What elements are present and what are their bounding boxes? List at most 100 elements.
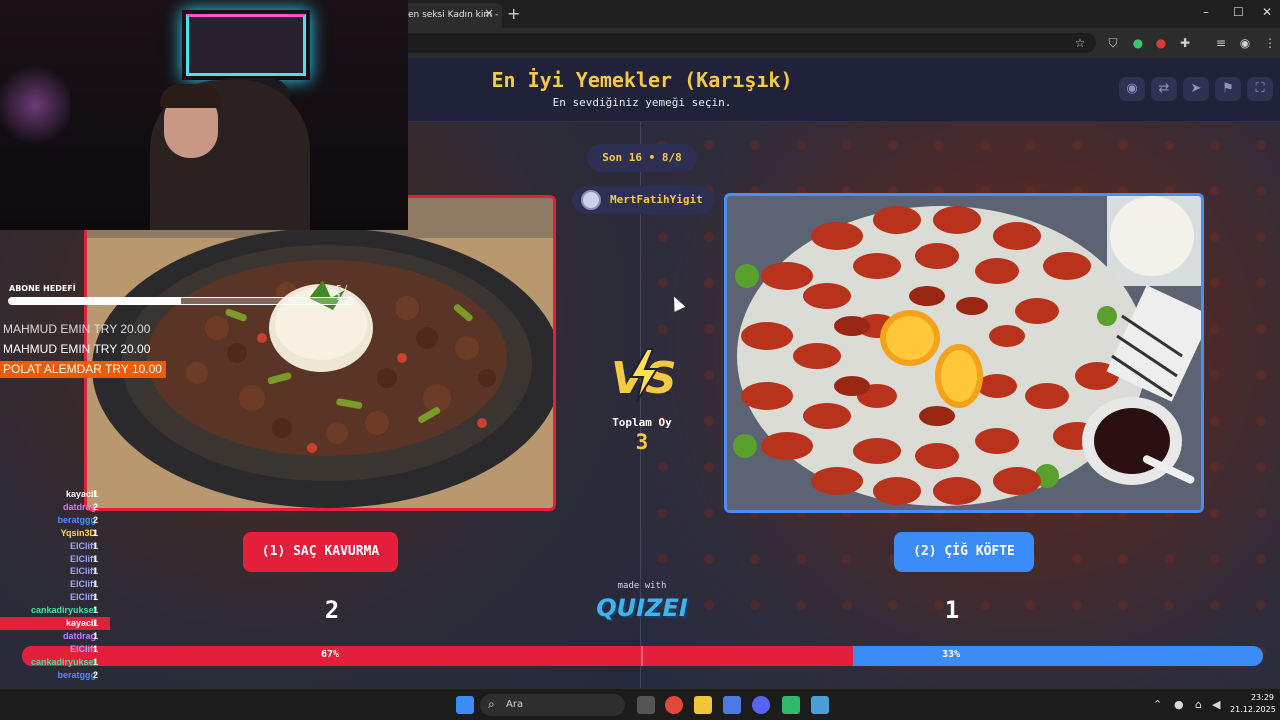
leaderboard-row: datdrag 1 [0,630,110,643]
leaderboard-score: 1 [93,643,99,654]
share-icon[interactable]: ⇄ [1151,77,1177,101]
player-badge: MertFatihYigit [572,186,714,214]
green-extension-icon[interactable]: ● [1129,34,1147,52]
left-percentage-label: 67% [321,649,340,660]
discord-icon[interactable] [752,696,770,714]
total-votes-value: 3 [635,430,649,454]
leaderboard-row: ElCliff 1 [0,578,110,591]
clock-date[interactable]: 21.12.2025 [1230,705,1276,714]
round-badge: Son 16 • 8/8 [587,144,697,172]
app-icon[interactable] [723,696,741,714]
fullscreen-icon[interactable]: ⛶ [1247,77,1273,101]
clock-time[interactable]: 23:29 [1238,693,1274,702]
obs-icon[interactable] [782,696,800,714]
leaderboard-name: kayacil [65,489,96,499]
donation-entry: MAHMUD EMIN TRY 20.00 [3,342,151,356]
left-choice-image[interactable] [84,195,556,511]
vote-right-button[interactable]: (2) ÇİĞ KÖFTE [894,532,1034,572]
leaderboard-score: 1 [93,605,99,616]
total-votes-label: Toplam Oy [612,416,672,429]
media-control-icon[interactable]: ≡ [1212,34,1230,52]
new-tab-button[interactable]: + [507,4,520,23]
avatar [581,190,601,210]
eye-icon[interactable]: ◉ [1119,77,1145,101]
leaderboard-name: datdrag [62,501,96,512]
task-view-icon[interactable] [637,696,655,714]
leaderboard-row: kayacil 1 [0,617,110,630]
minimize-button[interactable]: – [1203,5,1209,19]
leaderboard-score: 1 [93,656,99,667]
page-subtitle: En sevdiğiniz yemeği seçin. [552,96,732,109]
leaderboard-name: kayacil [65,618,96,628]
page-title: En İyi Yemekler (Karışık) [491,68,793,92]
room-light [0,60,70,150]
maximize-button[interactable]: ☐ [1233,5,1244,19]
left-vote-count: 2 [324,596,340,624]
url-input[interactable] [400,33,1096,53]
vote-percentage-bar: 67% 33% [22,646,1263,666]
leaderboard-name: cankadiryuksel [30,656,96,667]
search-icon: ⌕ [488,697,495,711]
chrome-icon[interactable] [665,696,683,714]
leaderboard-name: beratggg [57,669,96,680]
led-shelf [186,14,306,76]
sub-goal-label: ABONE HEDEFİ [9,284,76,293]
shield-extension-icon[interactable]: ⛉ [1104,34,1122,52]
leaderboard-name: cankadiryuksel [30,605,96,616]
right-percentage-label: 33% [942,649,961,660]
microphone-icon[interactable]: ● [1174,698,1184,711]
leaderboard-row: beratggg 2 [0,514,110,527]
network-icon[interactable]: ⌂ [1195,698,1202,711]
vs-icon: VS [611,348,677,403]
leaderboard-row: cankadiryuksel 1 [0,656,110,669]
player-name: MertFatihYigit [610,193,703,206]
leaderboard-name: beratggg [57,514,96,525]
made-with-text: made with [617,581,667,591]
sub-goal-fill [9,298,181,304]
profile-icon[interactable]: ◉ [1236,34,1254,52]
leaderboard-score: 2 [93,669,99,680]
subscriber-goal: ABONE HEDEFİ 5 / 10 [8,284,358,312]
leaderboard-score: 2 [93,514,99,525]
app-icon[interactable] [811,696,829,714]
donation-entry: MAHMUD EMIN TRY 20.00 [3,322,151,336]
sac-kavurma-photo [87,198,553,508]
close-window-button[interactable]: ✕ [1262,5,1272,19]
leaderboard-score: 1 [93,553,99,564]
start-windows-icon[interactable] [456,696,474,714]
leaderboard-row: datdrag 2 [0,501,110,514]
search-placeholder: Ara [506,699,524,710]
leaderboard-score: 2 [93,501,99,512]
screen: en seksi Kadın kim - × + – ☐ ✕ ☆ ⛉ ● ● ✚… [0,0,1280,720]
leaderboard-score: 1 [93,579,99,590]
tab-close-icon[interactable]: × [484,6,494,20]
leaderboard-score: 1 [93,540,99,551]
volume-icon[interactable]: ◀ [1212,698,1220,711]
leaderboard-row: ElCliff 1 [0,565,110,578]
browser-menu-icon[interactable]: ⋮ [1261,34,1279,52]
leaderboard-score: 1 [93,527,99,538]
leaderboard-name: datdrag [62,630,96,641]
tray-chevron-icon[interactable]: ⌃ [1153,698,1162,711]
leaderboard-row: kayacil 1 [0,488,110,501]
cig-kofte-photo [727,196,1201,510]
leaderboard-row: Yqsin3D 1 [0,527,110,540]
taskbar: ⌕ Ara ⌃ ● ⌂ ◀ 23:29 21.12.2025 [0,688,1280,720]
webcam-overlay [0,0,408,230]
bookmark-star-icon[interactable]: ☆ [1071,34,1089,52]
leaderboard-score: 1 [93,618,99,628]
leaderboard-score: 1 [93,592,99,603]
file-explorer-icon[interactable] [694,696,712,714]
extensions-puzzle-icon[interactable]: ✚ [1176,34,1194,52]
vote-left-button[interactable]: (1) SAÇ KAVURMA [243,532,398,572]
bar-center-mark [641,646,643,666]
quizei-logo[interactable]: QUIZEI [596,594,688,622]
leaderboard-row: ElCliff 1 [0,540,110,553]
right-choice-image[interactable] [724,193,1204,513]
red-extension-icon[interactable]: ● [1152,34,1170,52]
taskbar-search[interactable]: ⌕ Ara [480,694,625,716]
left-percentage-fill [22,646,854,666]
send-icon[interactable]: ➤ [1183,77,1209,101]
flag-icon[interactable]: ⚑ [1215,77,1241,101]
leaderboard-row: beratggg 2 [0,669,110,682]
